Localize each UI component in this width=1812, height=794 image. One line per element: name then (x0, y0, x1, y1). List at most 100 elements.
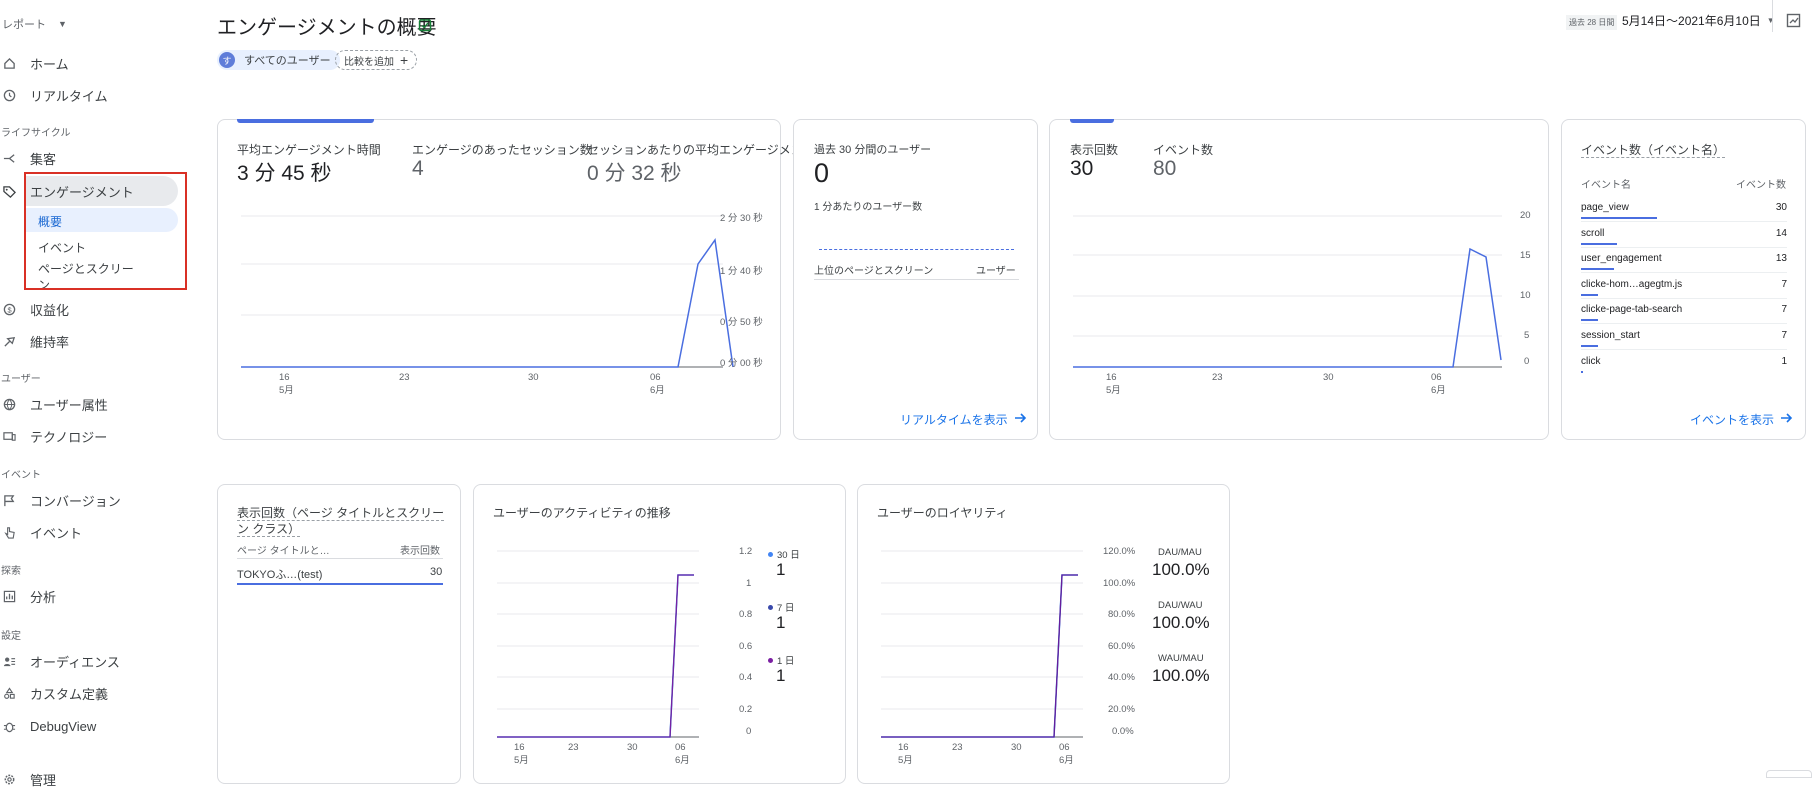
sidebar-item-user-attributes[interactable]: ユーザー属性 (0, 389, 108, 419)
gear-icon (2, 772, 16, 786)
range-prefix: 過去 28 日間 (1566, 15, 1618, 30)
section-user: ユーザー (1, 374, 41, 385)
event-name: clicke-page-tab-search (1581, 304, 1683, 316)
section-explore: 探索 (1, 566, 21, 577)
check-icon[interactable] (418, 18, 432, 37)
legend-dot (768, 657, 773, 663)
loyalty-card: ユーザーのロイヤリティ 120.0% 100.0% 80.0% 60.0% 40… (857, 484, 1230, 784)
series-line-7d (497, 574, 694, 738)
y-tick: 80.0% (1108, 609, 1135, 620)
sidebar-item-debugview[interactable]: DebugView (0, 711, 96, 741)
divider (814, 279, 1019, 280)
arrow-right-icon (1014, 412, 1027, 427)
sidebar-item-home[interactable]: ホーム (0, 48, 69, 78)
add-comparison-button[interactable]: 比較を追加 + (335, 50, 418, 70)
activity-line-chart (497, 550, 699, 738)
event-bar (1581, 293, 1599, 296)
y-tick: 0 分 50 秒 (720, 317, 763, 328)
sidebar-item-audiences[interactable]: オーディエンス (0, 646, 120, 676)
table-row[interactable]: clicke-page-tab-search 7 (1581, 304, 1787, 326)
y-tick: 5 (1524, 330, 1530, 341)
table-header: イベント名 (1581, 180, 1631, 191)
customize-report-icon[interactable] (1786, 12, 1802, 33)
views-line-chart (1073, 215, 1502, 368)
sidebar-item-custom-definitions[interactable]: カスタム定義 (0, 678, 108, 708)
sidebar-item-events[interactable]: イベント (0, 517, 82, 547)
legend-dot (768, 551, 773, 557)
realtime-card: 過去 30 分間のユーザー 0 1 分あたりのユーザー数 上位のページとスクリー… (793, 119, 1038, 440)
sidebar: レポート ▼ ホーム リアルタイム ライフサイクル 集客 エンゲージメント 概要… (0, 0, 200, 788)
y-tick: 1.2 (739, 546, 753, 557)
x-month: 6月 (1059, 755, 1074, 766)
engagement-card: 平均エンゲージメント時間 3 分 45 秒 エンゲージのあったセッション数 4 … (217, 119, 839, 440)
x-tick: 23 (1212, 372, 1223, 383)
touch-icon (2, 525, 16, 539)
view-events-link[interactable]: イベントを表示 (1690, 411, 1793, 428)
sidebar-item-analysis[interactable]: 分析 (0, 581, 56, 611)
view-realtime-link[interactable]: リアルタイムを表示 (900, 411, 1027, 428)
table-header: イベント数 (1736, 180, 1786, 191)
sidebar-item-conversions[interactable]: コンバージョン (0, 485, 121, 515)
legend-label: 7 日 (768, 600, 794, 614)
sidebar-item-admin[interactable]: 管理 (0, 764, 56, 794)
shapes-icon (2, 686, 16, 700)
event-count: 7 (1781, 304, 1787, 316)
y-tick: 10 (1520, 290, 1531, 301)
analysis-icon (2, 589, 16, 603)
series-line-1d (497, 574, 694, 738)
table-row-name[interactable]: TOKYOふ…(test) (237, 566, 322, 582)
events-card: イベント数（イベント名） イベント名 イベント数 page_view 30 scro… (1561, 119, 1806, 440)
event-count: 7 (1781, 278, 1787, 290)
table-header: ユーザー (976, 266, 1016, 277)
x-tick: 23 (399, 372, 410, 383)
report-dropdown[interactable]: レポート ▼ (0, 9, 67, 39)
table-row[interactable]: session_start 7 (1581, 330, 1787, 352)
sidebar-item-monetization[interactable]: $ 収益化 (0, 294, 69, 324)
legend-value: 100.0% (1152, 560, 1210, 579)
event-bar (1581, 370, 1584, 373)
x-tick: 30 (627, 742, 638, 753)
feedback-tab[interactable] (1766, 770, 1812, 778)
y-tick: 120.0% (1103, 546, 1136, 557)
y-tick: 100.0% (1103, 578, 1136, 589)
sidebar-item-retention[interactable]: 維持率 (0, 326, 69, 356)
sidebar-item-technology[interactable]: テクノロジー (0, 421, 107, 451)
segment-label: すべてのユーザー (244, 55, 331, 67)
per-minute-sparkline (819, 249, 1014, 250)
row-divider (1581, 349, 1787, 350)
event-bar (1581, 319, 1599, 322)
acquisition-icon (2, 151, 16, 165)
table-row[interactable]: clicke-hom…agegtm.js 7 (1581, 279, 1787, 301)
x-month: 5月 (279, 385, 294, 396)
devices-icon (2, 429, 16, 443)
legend-label: 1 日 (768, 653, 794, 667)
clock-icon (2, 88, 16, 102)
home-icon (2, 56, 16, 70)
legend-dot (768, 604, 773, 610)
highlight-box (24, 172, 187, 290)
sidebar-item-realtime[interactable]: リアルタイム (0, 80, 108, 110)
arrow-right-icon (1780, 412, 1793, 427)
table-row[interactable]: user_engagement 13 (1581, 253, 1787, 275)
x-tick: 30 (1011, 742, 1022, 753)
x-tick: 30 (528, 372, 539, 383)
table-row[interactable]: page_view 30 (1581, 202, 1787, 224)
event-count: 1 (1781, 355, 1787, 367)
x-month: 6月 (675, 755, 690, 766)
card-title: イベント数（イベント名） (1581, 143, 1726, 158)
y-tick: 0.6 (739, 641, 753, 652)
date-range-picker[interactable]: 5月14日〜2021年6月10日 ▼ (1622, 12, 1775, 29)
y-tick: 60.0% (1108, 641, 1135, 652)
sidebar-item-acquisition[interactable]: 集客 (0, 143, 56, 173)
series-line-wau-mau (881, 574, 1078, 738)
table-row[interactable]: scroll 14 (1581, 228, 1787, 250)
section-lifecycle: ライフサイクル (1, 128, 71, 139)
segment-chip[interactable]: す すべてのユーザー (217, 50, 340, 70)
x-month: 5月 (514, 755, 529, 766)
event-bar (1581, 345, 1599, 347)
y-tick: 1 分 40 秒 (720, 266, 763, 277)
x-tick: 23 (568, 742, 579, 753)
table-row[interactable]: click 1 (1581, 356, 1787, 378)
y-tick: 0.4 (739, 672, 753, 683)
event-name: clicke-hom…agegtm.js (1581, 278, 1683, 290)
